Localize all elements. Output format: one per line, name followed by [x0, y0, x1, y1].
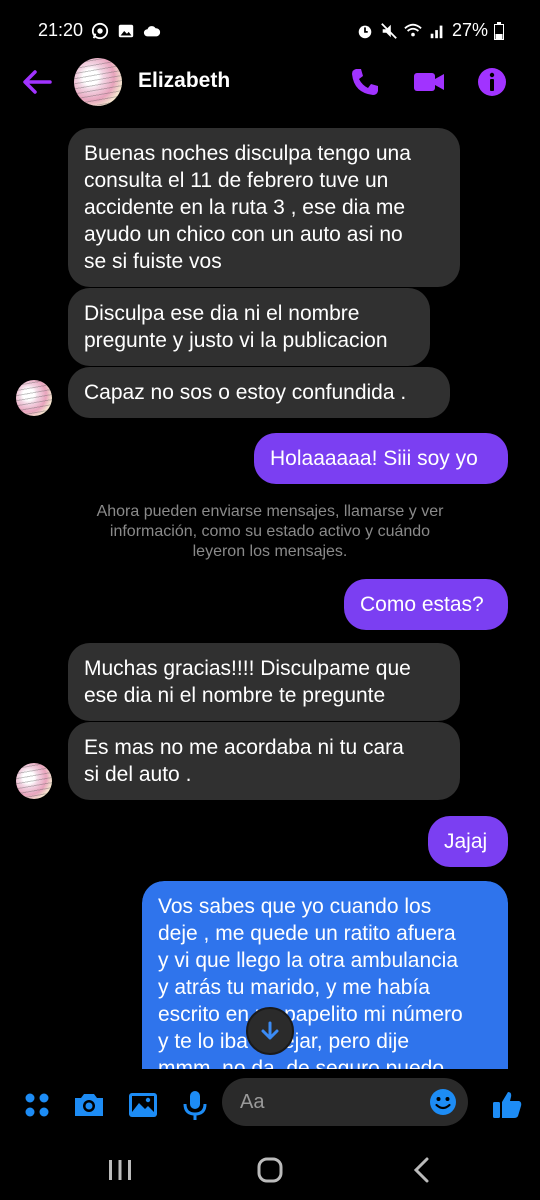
- camera-icon[interactable]: [72, 1088, 106, 1122]
- message-bubble-incoming[interactable]: Es mas no me acordaba ni tu cara si del …: [68, 722, 460, 800]
- image-icon[interactable]: [126, 1088, 160, 1122]
- message-bubble-outgoing[interactable]: Holaaaaaa! Siii soy yo: [254, 433, 508, 484]
- thumbs-up-icon[interactable]: [490, 1088, 524, 1122]
- status-left: 21:20: [38, 20, 161, 41]
- message-bubble-incoming[interactable]: Capaz no sos o estoy confundida .: [68, 367, 450, 418]
- status-bar: 21:20 27%: [0, 0, 540, 60]
- emoji-icon[interactable]: [428, 1087, 458, 1117]
- chat-header: Elizabeth: [0, 55, 540, 115]
- home-icon[interactable]: [250, 1152, 290, 1188]
- wifi-icon: [404, 23, 422, 36]
- message-bubble-incoming[interactable]: Buenas noches disculpa tengo una consult…: [68, 128, 460, 287]
- mute-icon: [381, 22, 397, 39]
- video-call-icon[interactable]: [412, 65, 446, 99]
- back-arrow-icon[interactable]: [20, 67, 56, 97]
- message-input[interactable]: Aa: [222, 1078, 468, 1126]
- system-nav-bar: [0, 1140, 540, 1200]
- message-bubble-incoming[interactable]: Muchas gracias!!!! Disculpame que ese di…: [68, 643, 460, 721]
- message-bubble-incoming[interactable]: Disculpa ese dia ni el nombre pregunte y…: [68, 288, 430, 366]
- contact-avatar[interactable]: [74, 58, 122, 106]
- whatsapp-icon: [91, 22, 109, 39]
- message-bubble-outgoing[interactable]: Vos sabes que yo cuando los deje , me qu…: [142, 881, 508, 1069]
- status-right: 27%: [356, 20, 504, 41]
- message-input-placeholder: Aa: [240, 1091, 265, 1113]
- privacy-notice: Ahora pueden enviarse mensajes, llamarse…: [96, 503, 444, 560]
- sender-avatar: [16, 763, 52, 799]
- message-bubble-outgoing[interactable]: Jajaj: [428, 816, 508, 867]
- recent-apps-icon[interactable]: [100, 1152, 140, 1188]
- signal-icon: [430, 25, 443, 38]
- message-bubble-outgoing[interactable]: Como estas?: [344, 579, 508, 630]
- sender-avatar: [16, 380, 52, 416]
- arrow-down-icon: [261, 1021, 279, 1040]
- message-composer: Aa: [0, 1070, 540, 1140]
- status-time: 21:20: [38, 20, 84, 40]
- cloud-icon: [143, 25, 161, 36]
- scroll-to-bottom-button[interactable]: [246, 1007, 294, 1055]
- back-nav-icon[interactable]: [402, 1152, 442, 1188]
- battery-percent: 27%: [451, 20, 488, 40]
- menu-dots-icon[interactable]: [20, 1088, 54, 1122]
- message-clip: Vos sabes que yo cuando los deje , me qu…: [142, 881, 508, 1069]
- battery-icon: [494, 21, 504, 40]
- microphone-icon[interactable]: [178, 1088, 212, 1122]
- phone-call-icon[interactable]: [348, 65, 382, 99]
- alarm-icon: [358, 25, 372, 38]
- gallery-icon: [118, 24, 134, 37]
- info-icon[interactable]: [475, 65, 509, 99]
- contact-name[interactable]: Elizabeth: [138, 69, 230, 93]
